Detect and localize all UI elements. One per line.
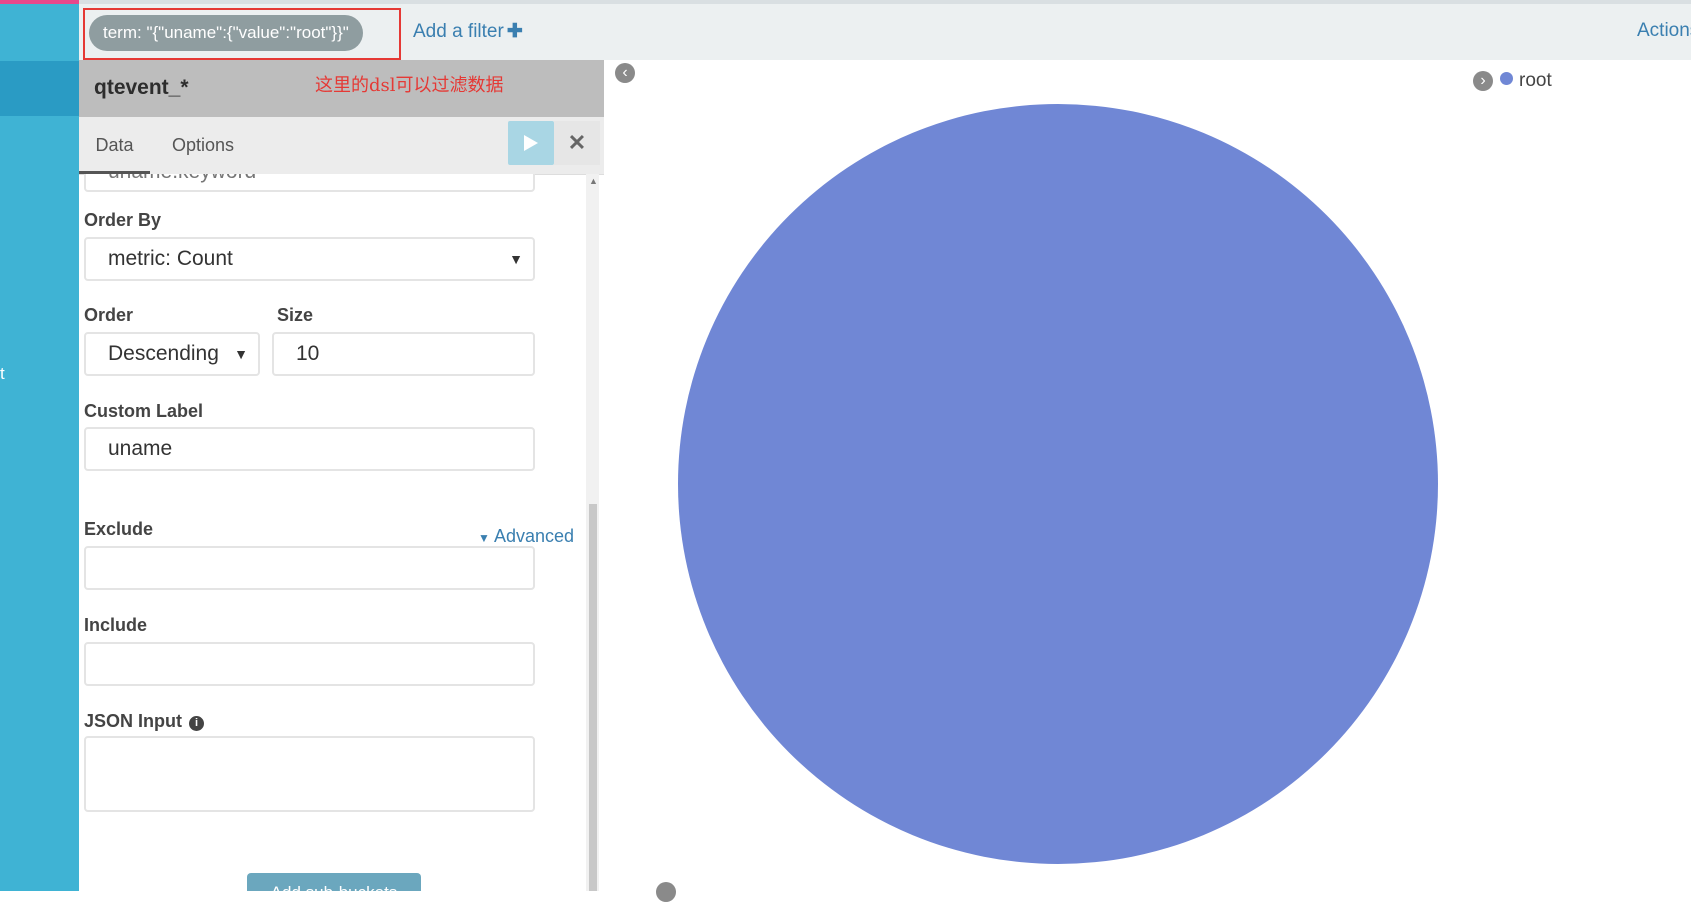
order-value: Descending (108, 342, 219, 365)
close-icon: ✕ (567, 130, 587, 155)
order-by-value: metric: Count (108, 247, 233, 270)
apply-changes-button[interactable] (508, 121, 554, 165)
add-subbuckets-button[interactable]: Add sub-buckets (247, 873, 421, 891)
annotation-text: 这里的dsl可以过滤数据 (315, 75, 504, 96)
pie-chart (678, 104, 1438, 864)
advanced-label: Advanced (493, 526, 574, 546)
left-navigation: t (0, 0, 79, 891)
size-label: Size (277, 305, 314, 325)
pie-slice-root[interactable] (678, 104, 1438, 864)
play-icon (524, 135, 538, 151)
nav-item-label[interactable]: t (0, 364, 5, 384)
visualization-panel: ‹ › root (604, 60, 1691, 902)
include-input[interactable] (84, 642, 535, 686)
chevron-down-icon: ▼ (230, 334, 248, 374)
info-icon[interactable]: i (189, 716, 204, 731)
order-by-select[interactable]: metric: Count ▼ (84, 237, 535, 281)
add-filter-button[interactable]: Add a filter ✚ (413, 20, 523, 43)
exclude-label: Exclude (84, 519, 154, 539)
tab-options[interactable]: Options (163, 117, 243, 174)
size-input[interactable]: 10 (272, 332, 535, 376)
order-select[interactable]: Descending ▼ (84, 332, 260, 376)
scrollbar[interactable]: ▲ (586, 174, 599, 891)
visualization-editor: qtevent_* 这里的dsl可以过滤数据 Data Options ✕ un… (79, 60, 604, 891)
exclude-input[interactable] (84, 546, 535, 590)
custom-label-input[interactable]: uname (84, 427, 535, 471)
caret-down-icon: ▼ (478, 531, 490, 545)
actions-link[interactable]: Actions (1637, 20, 1691, 42)
editor-form: uname.keyword Order By metric: Count ▼ O… (79, 174, 604, 891)
discard-changes-button[interactable]: ✕ (554, 121, 600, 165)
include-label: Include (84, 615, 148, 635)
custom-label-label: Custom Label (84, 401, 204, 421)
json-input-textarea[interactable] (84, 736, 535, 812)
nav-item-active[interactable] (0, 61, 79, 116)
nav-accent-bar (0, 0, 79, 4)
order-label: Order (84, 305, 134, 325)
filter-bar: term: "{"uname":{"value":"root"}}" Add a… (79, 0, 1691, 60)
tab-data[interactable]: Data (79, 117, 150, 174)
field-select[interactable]: uname.keyword (84, 174, 535, 192)
index-pattern-name: qtevent_* (94, 76, 189, 99)
annotation-highlight-box (83, 8, 401, 60)
scroll-up-icon[interactable]: ▲ (589, 176, 598, 186)
scrollbar-thumb[interactable] (589, 504, 597, 891)
order-by-label: Order By (84, 210, 162, 230)
editor-tabs: Data Options ✕ (79, 117, 604, 175)
chevron-down-icon: ▼ (509, 251, 523, 267)
json-input-label: JSON Input (84, 711, 182, 731)
add-filter-label: Add a filter (413, 21, 504, 42)
index-pattern-header: qtevent_* 这里的dsl可以过滤数据 (79, 60, 604, 117)
plus-icon: ✚ (506, 21, 523, 42)
advanced-toggle[interactable]: ▼ Advanced (478, 526, 574, 547)
